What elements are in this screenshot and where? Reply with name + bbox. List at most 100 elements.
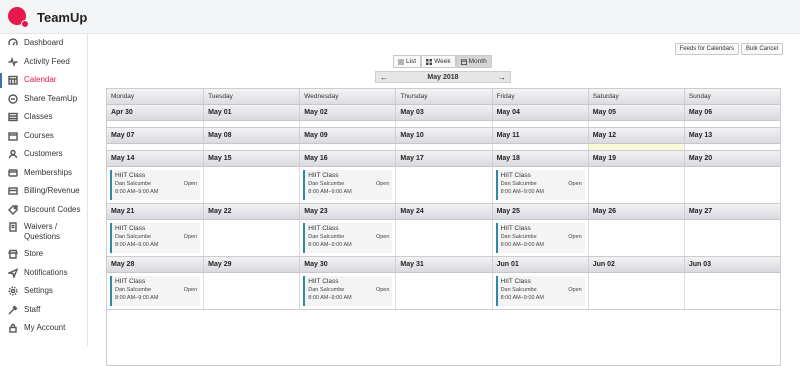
day-date[interactable]: May 21 (107, 204, 203, 219)
day-cell[interactable] (395, 220, 491, 256)
day-cell[interactable] (299, 144, 395, 150)
day-cell[interactable] (203, 273, 299, 309)
sidebar-item-calendar[interactable]: Calendar (0, 71, 87, 90)
day-date[interactable]: May 19 (587, 151, 684, 166)
day-cell[interactable] (587, 121, 684, 127)
sidebar-item-share-teamup[interactable]: Share TeamUp (0, 90, 87, 109)
calendar-event[interactable]: HIIT Class Dan Salcumbe Open 8:00 AM–9:00… (495, 276, 585, 306)
prev-month-arrow-icon[interactable]: ← (380, 73, 388, 82)
teamup-logo[interactable] (8, 7, 30, 29)
day-date[interactable]: Apr 30 (107, 105, 203, 120)
day-date[interactable]: May 29 (203, 257, 299, 272)
day-cell[interactable] (587, 273, 684, 309)
day-date[interactable]: May 04 (491, 105, 588, 120)
sidebar-item-classes[interactable]: Classes (0, 108, 87, 127)
feeds-for-calendars-button[interactable]: Feeds for Calendars (674, 43, 739, 55)
day-date[interactable]: Jun 01 (491, 257, 588, 272)
day-date[interactable]: May 26 (587, 204, 684, 219)
day-date[interactable]: May 30 (299, 257, 395, 272)
day-cell[interactable] (395, 144, 491, 150)
sidebar-item-billing-revenue[interactable]: Billing/Revenue (0, 182, 87, 201)
day-date[interactable]: May 17 (395, 151, 491, 166)
day-date[interactable]: May 10 (395, 128, 491, 143)
sidebar-item-staff[interactable]: Staff (0, 301, 87, 320)
day-cell[interactable] (203, 220, 299, 256)
sidebar-item-discount-codes[interactable]: Discount Codes (0, 201, 87, 220)
calendar-event[interactable]: HIIT Class Dan Salcumbe Open 8:00 AM–9:00… (303, 223, 393, 253)
day-date[interactable]: May 27 (683, 204, 780, 219)
day-cell[interactable]: HIIT Class Dan Salcumbe Open 8:00 AM–9:00… (491, 220, 588, 256)
day-cell[interactable]: HIIT Class Dan Salcumbe Open 8:00 AM–9:00… (107, 220, 203, 256)
day-cell[interactable] (395, 273, 491, 309)
sidebar-item-notifications[interactable]: Notifications (0, 264, 87, 283)
sidebar-item-customers[interactable]: Customers (0, 145, 87, 164)
day-date[interactable]: May 18 (491, 151, 588, 166)
day-cell[interactable] (683, 220, 780, 256)
day-date[interactable]: May 22 (203, 204, 299, 219)
view-month-button[interactable]: Month (455, 55, 492, 68)
day-date[interactable]: May 01 (203, 105, 299, 120)
day-cell[interactable]: HIIT Class Dan Salcumbe Open 8:00 AM–9:00… (107, 167, 203, 203)
sidebar-item-courses[interactable]: Courses (0, 127, 87, 146)
day-date[interactable]: May 06 (683, 105, 780, 120)
day-date[interactable]: May 02 (299, 105, 395, 120)
day-cell[interactable] (395, 121, 491, 127)
day-cell-today[interactable] (587, 144, 684, 150)
day-cell[interactable]: HIIT Class Dan Salcumbe Open 8:00 AM–9:00… (491, 273, 588, 309)
day-date[interactable]: May 16 (299, 151, 395, 166)
calendar-event[interactable]: HIIT Class Dan Salcumbe Open 8:00 AM–9:00… (110, 276, 201, 306)
day-cell[interactable] (491, 121, 588, 127)
sidebar-item-waivers-questions[interactable]: Waivers / Questions (0, 219, 87, 245)
day-cell[interactable] (587, 167, 684, 203)
sidebar-item-memberships[interactable]: Memberships (0, 164, 87, 183)
day-date[interactable]: May 03 (395, 105, 491, 120)
day-cell[interactable]: HIIT Class Dan Salcumbe Open 8:00 AM–9:00… (299, 220, 395, 256)
day-date[interactable]: May 25 (491, 204, 588, 219)
day-date[interactable]: May 15 (203, 151, 299, 166)
day-cell[interactable] (683, 144, 780, 150)
day-cell[interactable]: HIIT Class Dan Salcumbe Open 8:00 AM–9:00… (299, 167, 395, 203)
day-cell[interactable] (395, 167, 491, 203)
day-date[interactable]: May 05 (587, 105, 684, 120)
calendar-event[interactable]: HIIT Class Dan Salcumbe Open 8:00 AM–9:00… (303, 276, 393, 306)
day-date[interactable]: May 11 (491, 128, 588, 143)
day-cell[interactable] (203, 121, 299, 127)
day-date[interactable]: May 31 (395, 257, 491, 272)
day-date[interactable]: May 20 (683, 151, 780, 166)
day-date[interactable]: May 08 (203, 128, 299, 143)
day-date[interactable]: May 24 (395, 204, 491, 219)
day-date[interactable]: May 14 (107, 151, 203, 166)
day-cell[interactable] (107, 121, 203, 127)
bulk-cancel-button[interactable]: Bulk Cancel (740, 43, 783, 55)
day-date[interactable]: May 23 (299, 204, 395, 219)
calendar-event[interactable]: HIIT Class Dan Salcumbe Open 8:00 AM–9:00… (495, 170, 585, 200)
day-cell[interactable] (491, 144, 588, 150)
day-date[interactable]: May 12 (587, 128, 684, 143)
next-month-arrow-icon[interactable]: → (498, 73, 506, 82)
view-list-button[interactable]: List (393, 55, 422, 68)
day-cell[interactable] (107, 144, 203, 150)
day-cell[interactable]: HIIT Class Dan Salcumbe Open 8:00 AM–9:00… (107, 273, 203, 309)
calendar-event[interactable]: HIIT Class Dan Salcumbe Open 8:00 AM–9:00… (110, 223, 201, 253)
day-cell[interactable] (587, 220, 684, 256)
day-cell[interactable] (203, 167, 299, 203)
calendar-event[interactable]: HIIT Class Dan Salcumbe Open 8:00 AM–9:00… (303, 170, 393, 200)
day-date[interactable]: May 28 (107, 257, 203, 272)
day-cell[interactable]: HIIT Class Dan Salcumbe Open 8:00 AM–9:00… (491, 167, 588, 203)
day-cell[interactable] (299, 121, 395, 127)
day-date[interactable]: Jun 02 (587, 257, 684, 272)
day-cell[interactable] (683, 167, 780, 203)
day-date[interactable]: May 09 (299, 128, 395, 143)
day-cell[interactable]: HIIT Class Dan Salcumbe Open 8:00 AM–9:00… (299, 273, 395, 309)
sidebar-item-dashboard[interactable]: Dashboard (0, 34, 87, 53)
calendar-event[interactable]: HIIT Class Dan Salcumbe Open 8:00 AM–9:00… (110, 170, 201, 200)
day-date[interactable]: May 07 (107, 128, 203, 143)
sidebar-item-activity-feed[interactable]: Activity Feed (0, 53, 87, 72)
day-date[interactable]: Jun 03 (683, 257, 780, 272)
sidebar-item-settings[interactable]: Settings (0, 282, 87, 301)
day-cell[interactable] (683, 121, 780, 127)
day-date[interactable]: May 13 (683, 128, 780, 143)
calendar-event[interactable]: HIIT Class Dan Salcumbe Open 8:00 AM–9:00… (495, 223, 585, 253)
view-week-button[interactable]: Week (421, 55, 456, 68)
day-cell[interactable] (683, 273, 780, 309)
